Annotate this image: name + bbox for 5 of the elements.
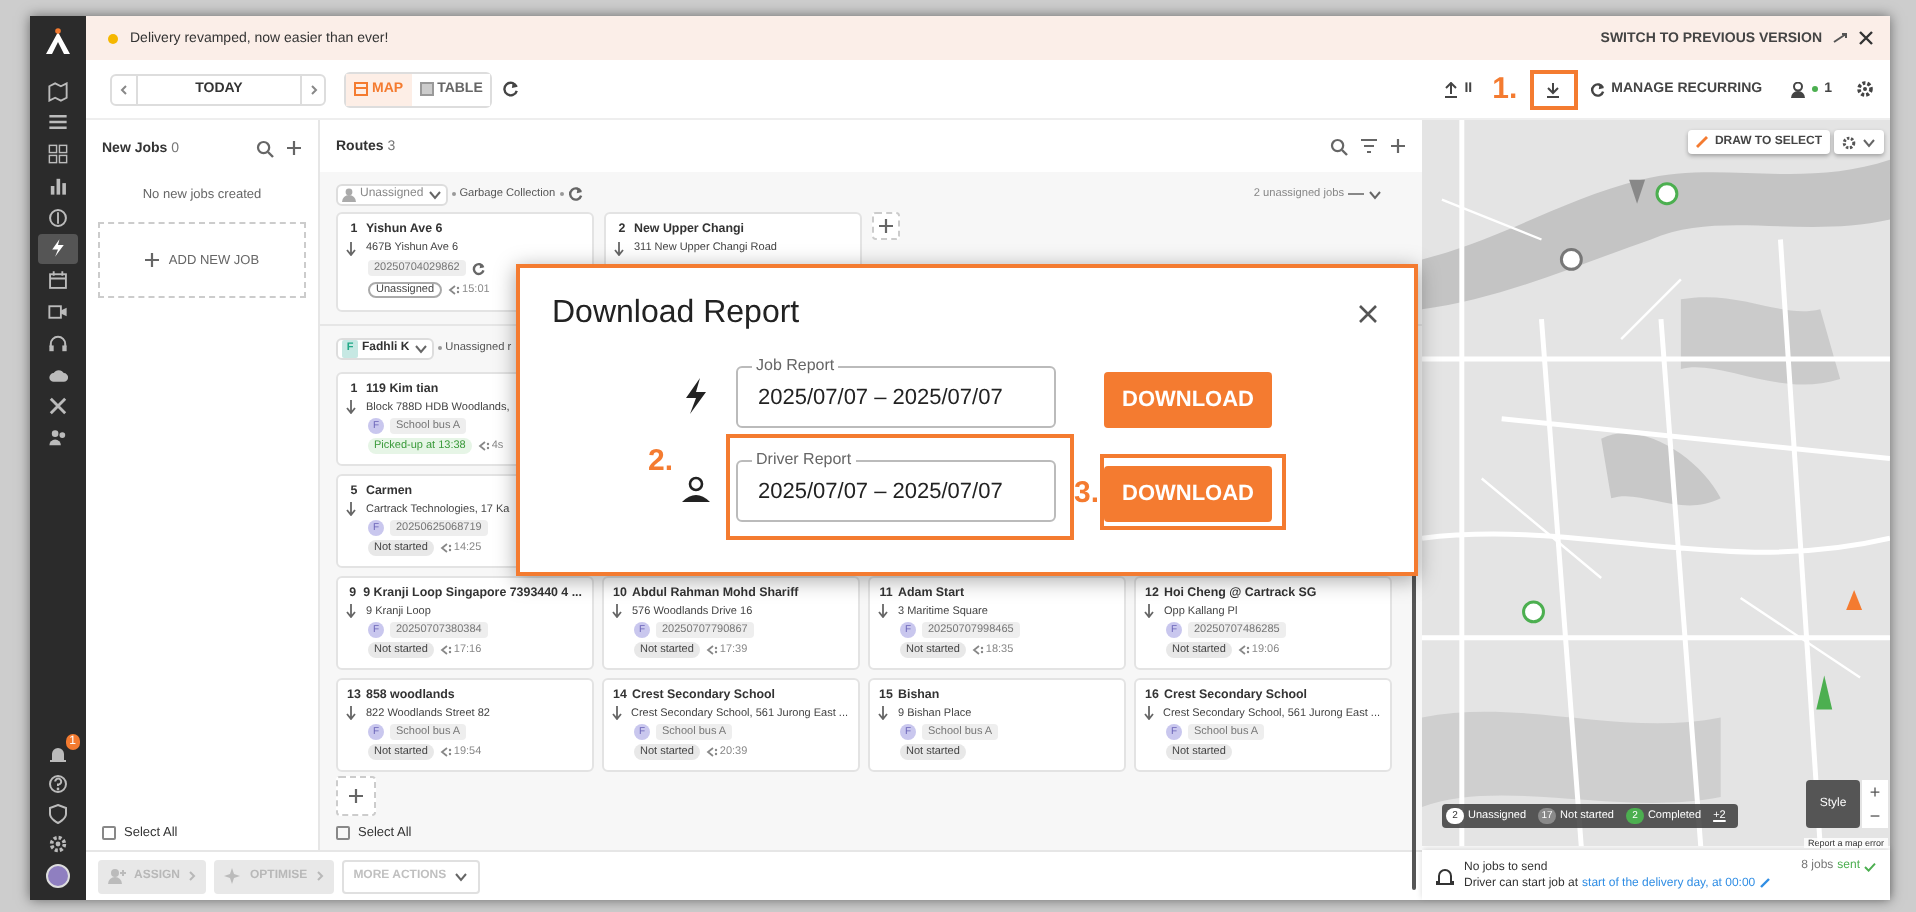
step-number: 2.	[648, 444, 674, 478]
field-label: Job Report	[752, 355, 839, 373]
step-number: 1.	[1492, 72, 1518, 106]
step-number: 3.	[1074, 476, 1100, 510]
field-label: Driver Report	[752, 449, 856, 467]
